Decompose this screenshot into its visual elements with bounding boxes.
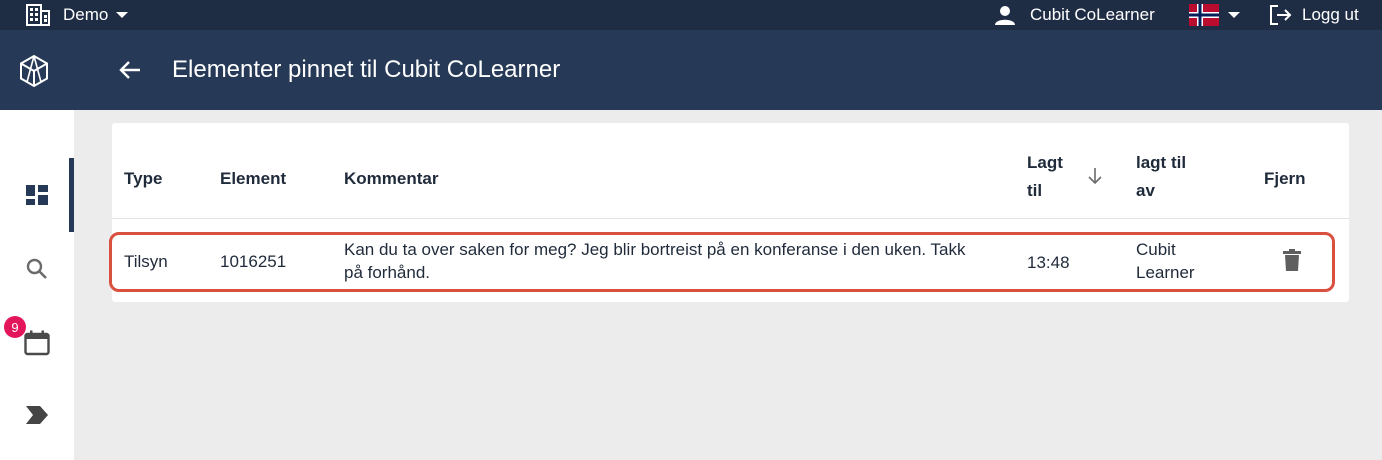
column-header-comment[interactable]: Kommentar [344, 165, 438, 193]
norway-flag-icon [1189, 4, 1219, 26]
chevron-right-icon [26, 406, 48, 424]
column-header-added-by-line2: av [1136, 181, 1155, 200]
cube-logo-icon [20, 54, 48, 88]
column-header-type[interactable]: Type [124, 165, 162, 193]
user-name: Cubit CoLearner [1030, 5, 1155, 24]
calendar-icon [24, 330, 50, 356]
org-label: Demo [63, 5, 109, 24]
logout-button[interactable]: Logg ut [1269, 0, 1359, 30]
page-header: Elementer pinnet til Cubit CoLearner [0, 30, 1382, 110]
column-header-added-line1: Lagt [1027, 153, 1063, 172]
dashboard-icon [26, 185, 48, 205]
building-icon [26, 4, 50, 26]
column-header-element[interactable]: Element [220, 165, 286, 193]
sidebar-item-expand[interactable] [0, 385, 74, 445]
org-selector[interactable]: Demo [26, 0, 129, 30]
arrow-left-icon [119, 61, 140, 79]
page-title: Elementer pinnet til Cubit CoLearner [172, 56, 561, 83]
caret-down-icon [116, 12, 129, 18]
search-icon [26, 258, 47, 279]
column-header-added-line2: til [1027, 181, 1043, 200]
app-logo[interactable] [18, 54, 50, 93]
sidebar-item-dashboard[interactable] [0, 165, 74, 225]
column-header-added[interactable]: Lagt til [1027, 149, 1063, 205]
caret-down-icon [1228, 12, 1240, 18]
logout-label: Logg ut [1302, 5, 1359, 24]
back-button[interactable] [118, 58, 142, 87]
top-bar: Demo Cubit CoLearner Logg ut [0, 0, 1382, 30]
row-highlight-outline [109, 232, 1335, 292]
person-icon [995, 6, 1015, 25]
column-header-added-by-line1: lagt til [1136, 153, 1187, 172]
calendar-badge: 9 [4, 316, 26, 338]
language-selector[interactable] [1189, 0, 1241, 30]
user-menu[interactable]: Cubit CoLearner [995, 0, 1155, 30]
column-header-added-by[interactable]: lagt til av [1136, 149, 1186, 205]
logout-icon [1270, 5, 1292, 25]
sidebar-item-search[interactable] [0, 239, 74, 299]
column-header-remove: Fjern [1264, 169, 1306, 188]
sort-descending-button[interactable] [1087, 167, 1103, 190]
sidebar: 9 [0, 110, 74, 460]
pinned-elements-table: Type Element Kommentar Lagt til lagt til… [109, 123, 1349, 302]
header-divider [112, 218, 1349, 219]
arrow-down-icon [1088, 168, 1102, 185]
